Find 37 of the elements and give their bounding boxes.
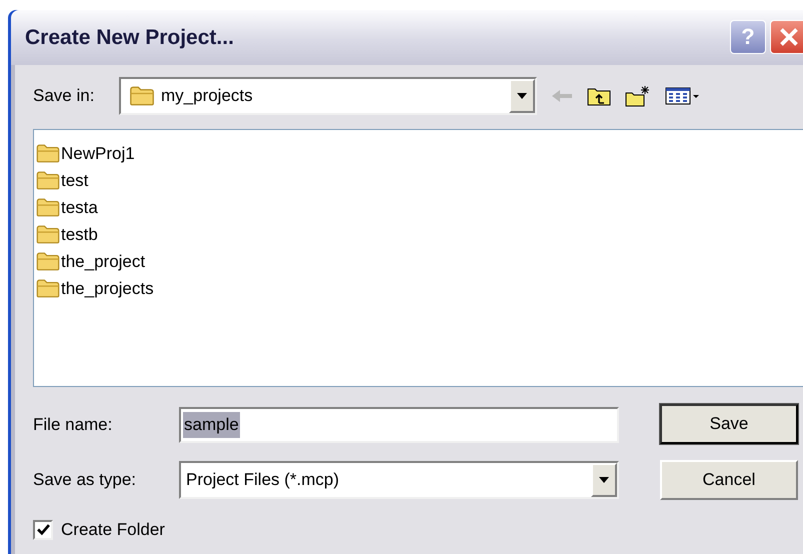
folder-icon [36, 144, 60, 163]
caret-icon [517, 93, 527, 99]
file-name-value: sample [183, 412, 240, 438]
window-title: Create New Project... [25, 24, 235, 51]
view-menu-icon[interactable] [665, 86, 699, 106]
save-as-type-dropdown[interactable]: Project Files (*.mcp) [179, 461, 619, 499]
close-button[interactable] [770, 20, 803, 54]
folder-icon [36, 252, 60, 271]
save-in-label: Save in: [32, 85, 96, 108]
save-button[interactable]: Save [660, 404, 798, 444]
create-folder-label: Create Folder [61, 519, 165, 541]
dropdown-button[interactable] [509, 79, 535, 113]
save-in-value: my_projects [161, 85, 253, 108]
cancel-button[interactable]: Cancel [660, 460, 798, 500]
checkmark-icon [36, 523, 50, 536]
close-icon [779, 27, 799, 47]
caret-icon [599, 477, 609, 483]
folder-item[interactable]: testb [36, 221, 803, 248]
create-folder-checkbox[interactable] [33, 520, 53, 540]
folder-icon [36, 225, 60, 244]
folder-item[interactable]: the_projects [36, 275, 803, 302]
file-name-field[interactable]: sample [179, 407, 619, 443]
folder-icon [36, 198, 60, 217]
folder-item[interactable]: test [36, 167, 803, 194]
folder-item[interactable]: the_project [36, 248, 803, 275]
file-name-label: File name: [32, 414, 114, 436]
new-folder-icon[interactable] [625, 85, 651, 107]
save-as-type-value: Project Files (*.mcp) [185, 469, 340, 492]
folder-icon [36, 279, 60, 298]
save-in-dropdown[interactable]: my_projects [119, 77, 537, 115]
folder-icon [36, 171, 60, 190]
save-as-type-label: Save as type: [32, 469, 138, 492]
folder-item[interactable]: testa [36, 194, 803, 221]
dropdown-button[interactable] [591, 463, 617, 497]
folder-icon [129, 86, 155, 106]
folder-up-icon[interactable] [587, 86, 611, 106]
folder-item[interactable]: NewProj1 [36, 140, 803, 167]
